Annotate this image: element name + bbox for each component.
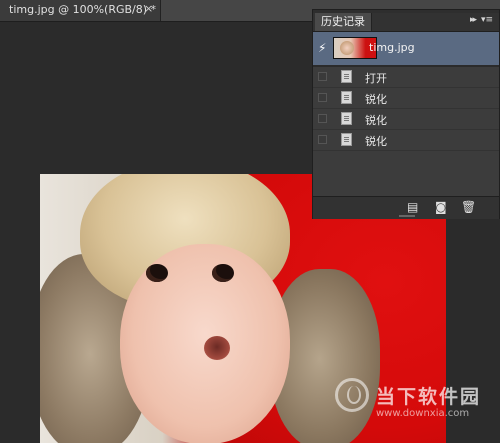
document-icon xyxy=(341,70,352,83)
watermark-url: www.downxia.com xyxy=(376,408,470,419)
history-state-row[interactable]: 锐化 xyxy=(313,88,499,109)
resize-grip[interactable] xyxy=(399,215,415,217)
history-state-label: 打开 xyxy=(365,72,387,85)
new-document-from-state-icon[interactable]: ▤ xyxy=(407,200,418,214)
history-brush-checkbox[interactable] xyxy=(318,114,327,123)
document-tab-title: timg.jpg @ 100%(RGB/8) * xyxy=(9,3,157,16)
panel-footer: ▤ ◙ 🗑 xyxy=(313,196,499,219)
history-brush-source-icon[interactable]: ⚡ xyxy=(318,41,326,55)
history-state-row[interactable]: 锐化 xyxy=(313,130,499,151)
history-brush-checkbox[interactable] xyxy=(318,135,327,144)
panel-header: 历史记录 ▸▸ ▾≡ xyxy=(313,13,499,32)
history-brush-checkbox[interactable] xyxy=(318,72,327,81)
document-icon xyxy=(341,91,352,104)
watermark-text: 当下软件园 xyxy=(376,386,482,408)
document-icon xyxy=(341,133,352,146)
tab-history[interactable]: 历史记录 xyxy=(315,13,372,31)
collapse-icon[interactable]: ▸▸ xyxy=(470,15,477,25)
eye-right xyxy=(212,264,234,282)
history-state-label: 锐化 xyxy=(365,93,387,106)
document-icon xyxy=(341,112,352,125)
history-state-label: 锐化 xyxy=(365,114,387,127)
history-state-label: 锐化 xyxy=(365,135,387,148)
watermark-logo-icon xyxy=(335,378,369,412)
eye-left xyxy=(146,264,168,282)
history-brush-checkbox[interactable] xyxy=(318,93,327,102)
trash-icon[interactable]: 🗑 xyxy=(461,200,476,214)
history-state-row[interactable]: 打开 xyxy=(313,67,499,88)
panel-menu-icon[interactable]: ▾≡ xyxy=(481,15,493,25)
history-panel: 历史记录 ▸▸ ▾≡ ⚡ timg.jpg 打开 锐化 锐化 锐化 ▤ ◙ 🗑 xyxy=(312,9,500,219)
document-tab[interactable]: timg.jpg @ 100%(RGB/8) * × xyxy=(0,0,161,21)
history-snapshot-row[interactable]: ⚡ timg.jpg xyxy=(313,32,499,65)
snapshot-label: timg.jpg xyxy=(369,41,415,54)
history-state-row[interactable]: 锐化 xyxy=(313,109,499,130)
mouth xyxy=(204,336,230,360)
close-icon[interactable]: × xyxy=(144,2,153,15)
camera-icon[interactable]: ◙ xyxy=(435,200,447,214)
